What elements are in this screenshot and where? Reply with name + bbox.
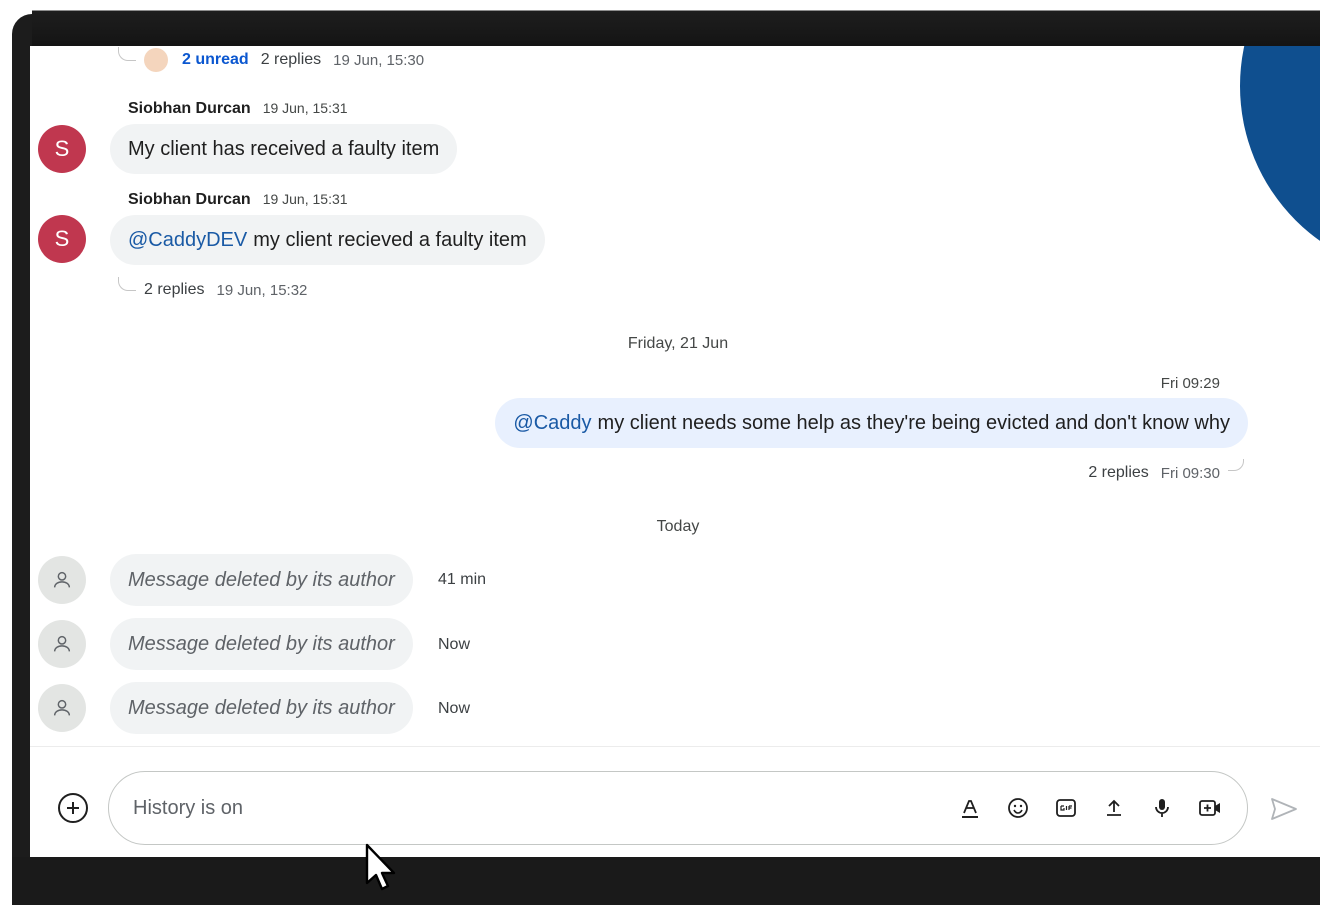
message-input[interactable] <box>133 796 957 820</box>
device-frame-bottom <box>12 857 1320 905</box>
date-separator: Today <box>656 518 700 535</box>
avatar[interactable]: S <box>38 125 86 173</box>
replies-count[interactable]: 2 replies <box>261 51 321 69</box>
thread-time: 19 Jun, 15:32 <box>216 281 308 299</box>
message-text: my client needs some help as they're bei… <box>597 411 1230 434</box>
emoji-icon[interactable] <box>1005 795 1031 821</box>
format-text-icon[interactable] <box>957 795 983 821</box>
anonymous-avatar-icon <box>38 556 86 604</box>
send-icon[interactable] <box>1268 794 1300 824</box>
message-time: 19 Jun, 15:31 <box>262 100 348 116</box>
sender-name: Siobhan Durcan <box>128 100 251 117</box>
gif-icon[interactable] <box>1053 795 1079 821</box>
thread-time: 19 Jun, 15:30 <box>333 51 425 69</box>
upload-icon[interactable] <box>1101 795 1127 821</box>
thread-connector <box>1228 459 1244 471</box>
sender-name: Siobhan Durcan <box>128 191 251 208</box>
deleted-message-text: Message deleted by its author <box>128 696 395 719</box>
thread-time: Fri 09:30 <box>1160 464 1220 482</box>
thread-summary[interactable]: 2 replies 19 Jun, 15:32 <box>118 277 308 299</box>
video-meeting-icon[interactable] <box>1197 795 1223 821</box>
mention-link[interactable]: @CaddyDEV <box>128 229 247 252</box>
avatar <box>144 48 168 72</box>
avatar[interactable]: S <box>38 215 86 263</box>
mouse-cursor-icon <box>365 843 399 898</box>
message-time: 41 min <box>438 571 487 588</box>
composer-toolbar <box>957 795 1223 821</box>
deleted-message-bubble[interactable]: Message deleted by its author <box>110 554 413 606</box>
message-header: Siobhan Durcan 19 Jun, 15:31 <box>128 191 348 209</box>
thread-connector <box>118 47 136 61</box>
device-bezel-edge <box>12 14 32 894</box>
message-header: Siobhan Durcan 19 Jun, 15:31 <box>128 100 348 118</box>
anonymous-avatar-icon <box>38 684 86 732</box>
deleted-message-text: Message deleted by its author <box>128 568 395 591</box>
decorative-circle <box>1240 46 1320 276</box>
own-message-bubble[interactable]: @Caddy my client needs some help as they… <box>495 398 1248 448</box>
message-bubble[interactable]: @CaddyDEV my client recieved a faulty it… <box>110 215 545 265</box>
message-text: my client recieved a faulty item <box>253 228 527 251</box>
message-composer[interactable] <box>108 771 1248 845</box>
thread-connector <box>118 277 136 291</box>
composer-divider <box>30 746 1320 747</box>
deleted-message-bubble[interactable]: Message deleted by its author <box>110 618 413 670</box>
microphone-icon[interactable] <box>1149 795 1175 821</box>
unread-count[interactable]: 2 unread <box>182 51 249 69</box>
chat-screen: 2 unread 2 replies 19 Jun, 15:30 Siobhan… <box>30 46 1320 857</box>
message-time: Now <box>438 700 471 717</box>
deleted-message-text: Message deleted by its author <box>128 632 395 655</box>
thread-summary[interactable]: 2 replies Fri 09:30 <box>1088 459 1244 482</box>
replies-count[interactable]: 2 replies <box>144 281 204 299</box>
device-frame-top <box>0 0 1320 46</box>
message-time: 19 Jun, 15:31 <box>262 191 348 207</box>
message-time: Fri 09:29 <box>1160 375 1220 392</box>
message-bubble[interactable]: My client has received a faulty item <box>110 124 458 174</box>
anonymous-avatar-icon <box>38 620 86 668</box>
mention-link[interactable]: @Caddy <box>513 412 591 435</box>
deleted-message-bubble[interactable]: Message deleted by its author <box>110 682 413 734</box>
replies-count[interactable]: 2 replies <box>1088 464 1148 482</box>
message-time: Now <box>438 636 471 653</box>
date-separator: Friday, 21 Jun <box>627 335 729 352</box>
message-text: My client has received a faulty item <box>128 137 440 160</box>
thread-summary[interactable]: 2 unread 2 replies 19 Jun, 15:30 <box>118 47 425 72</box>
add-icon[interactable] <box>58 793 88 823</box>
